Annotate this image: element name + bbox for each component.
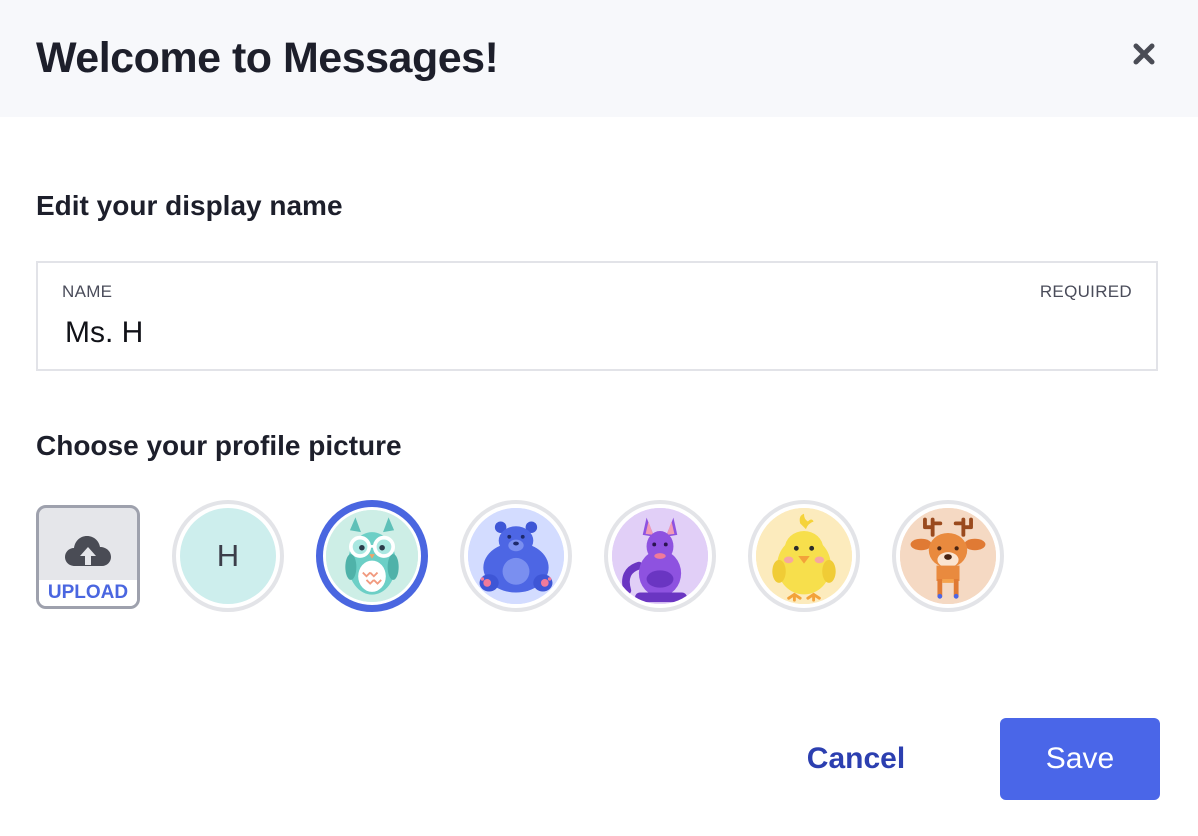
dialog-header: Welcome to Messages! <box>0 0 1198 117</box>
cloud-upload-icon <box>65 536 111 566</box>
close-icon[interactable] <box>1132 42 1156 66</box>
avatar-kangaroo[interactable] <box>604 500 716 612</box>
name-field[interactable]: NAME REQUIRED <box>36 261 1158 371</box>
avatar-owl[interactable] <box>316 500 428 612</box>
display-name-input[interactable] <box>65 313 1125 353</box>
chick-icon <box>756 508 852 604</box>
required-label: REQUIRED <box>1039 282 1132 301</box>
bear-icon <box>468 508 564 604</box>
profile-picture-heading: Choose your profile picture <box>36 430 402 461</box>
kangaroo-icon <box>612 508 708 604</box>
upload-button[interactable]: UPLOAD <box>36 505 140 609</box>
upload-label: UPLOAD <box>39 580 137 606</box>
name-field-label: NAME <box>62 282 113 301</box>
avatar-initial-letter: H <box>216 538 240 573</box>
welcome-dialog: Welcome to Messages! Edit your display n… <box>0 0 1198 836</box>
avatar-chick[interactable] <box>748 500 860 612</box>
save-button[interactable]: Save <box>1000 718 1160 800</box>
letter-avatar: H <box>180 508 276 604</box>
avatar-deer[interactable] <box>892 500 1004 612</box>
avatar-initial[interactable]: H <box>172 500 284 612</box>
owl-icon <box>326 510 418 602</box>
dialog-title: Welcome to Messages! <box>36 34 499 82</box>
cancel-button[interactable]: Cancel <box>784 718 928 800</box>
deer-icon <box>900 508 996 604</box>
display-name-heading: Edit your display name <box>36 190 343 221</box>
avatar-picker: UPLOAD H <box>36 500 1036 614</box>
close-button[interactable] <box>1126 36 1162 72</box>
avatar-bear[interactable] <box>460 500 572 612</box>
